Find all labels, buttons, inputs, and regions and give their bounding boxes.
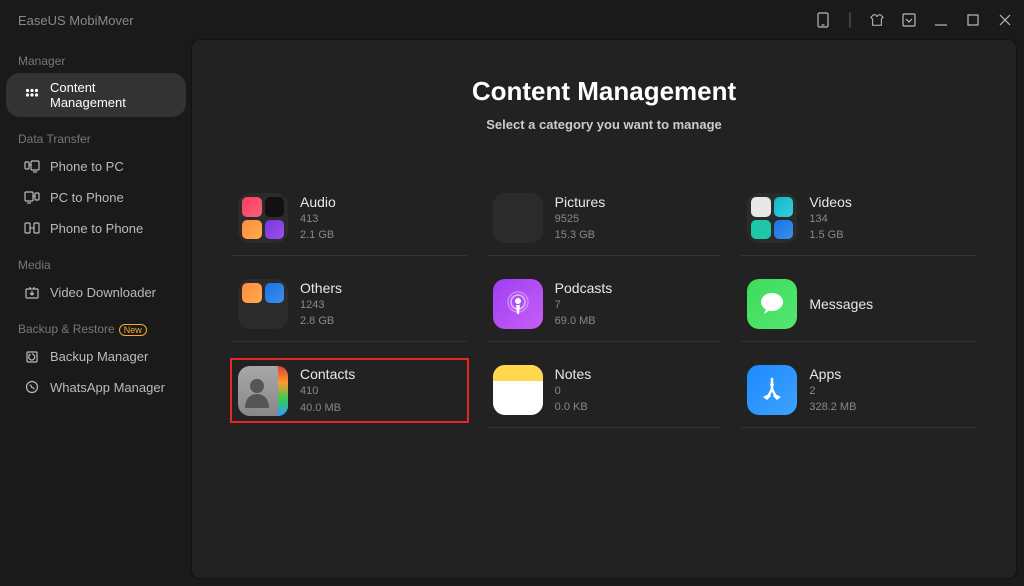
category-size: 1.5 GB	[809, 228, 852, 242]
category-info: Others 1243 2.8 GB	[300, 280, 342, 329]
category-size: 0.0 KB	[555, 400, 592, 414]
main-panel: Content Management Select a category you…	[192, 40, 1016, 578]
category-count: 410	[300, 384, 355, 398]
category-size: 69.0 MB	[555, 314, 613, 328]
category-messages[interactable]: Messages	[741, 274, 976, 342]
category-title: Contacts	[300, 366, 355, 382]
category-title: Messages	[809, 296, 873, 312]
sidebar-item-backup-manager[interactable]: Backup Manager	[6, 341, 186, 371]
sidebar-item-pc-to-phone[interactable]: PC to Phone	[6, 182, 186, 212]
sidebar-item-label: WhatsApp Manager	[50, 380, 165, 395]
close-icon[interactable]	[998, 13, 1012, 27]
sidebar-item-label: PC to Phone	[50, 190, 124, 205]
category-size: 328.2 MB	[809, 400, 856, 414]
category-info: Notes 0 0.0 KB	[555, 366, 592, 415]
category-title: Apps	[809, 366, 856, 382]
quad-audio-icon	[238, 193, 288, 243]
quad-videos-icon	[747, 193, 797, 243]
sidebar-item-label: Backup Manager	[50, 349, 148, 364]
phone-to-phone-icon	[24, 220, 40, 236]
category-count: 2	[809, 384, 856, 398]
category-info: Podcasts 7 69.0 MB	[555, 280, 613, 329]
page-subtitle: Select a category you want to manage	[232, 117, 976, 132]
message-icon	[747, 279, 797, 329]
category-title: Podcasts	[555, 280, 613, 296]
sidebar-section-title: Media	[0, 252, 192, 276]
sidebar: Manager Content Management Data Transfer Ph…	[0, 0, 192, 586]
category-size: 15.3 GB	[555, 228, 606, 242]
separator: |	[848, 11, 852, 29]
category-info: Messages	[809, 296, 873, 312]
category-size: 40.0 MB	[300, 401, 355, 415]
sidebar-item-label: Phone to PC	[50, 159, 124, 174]
apps-icon	[747, 365, 797, 415]
category-apps[interactable]: Apps 2 328.2 MB	[741, 360, 976, 428]
category-info: Videos 134 1.5 GB	[809, 194, 852, 243]
category-grid: Audio 413 2.1 GB Pictures 9525 15.3 GB Videos 1…	[232, 188, 976, 428]
sidebar-item-phone-to-phone[interactable]: Phone to Phone	[6, 213, 186, 243]
phone-icon[interactable]	[816, 13, 830, 27]
category-count: 0	[555, 384, 592, 398]
category-others[interactable]: Others 1243 2.8 GB	[232, 274, 467, 342]
whatsapp-icon	[24, 379, 40, 395]
category-count: 7	[555, 298, 613, 312]
pc-to-phone-icon	[24, 189, 40, 205]
category-info: Apps 2 328.2 MB	[809, 366, 856, 415]
podcast-icon	[493, 279, 543, 329]
titlebar-controls: |	[816, 11, 1012, 29]
category-title: Audio	[300, 194, 336, 210]
category-pictures[interactable]: Pictures 9525 15.3 GB	[487, 188, 722, 256]
category-title: Notes	[555, 366, 592, 382]
category-title: Videos	[809, 194, 852, 210]
dropdown-icon[interactable]	[902, 13, 916, 27]
app-title: EaseUS MobiMover	[12, 13, 134, 28]
category-videos[interactable]: Videos 134 1.5 GB	[741, 188, 976, 256]
new-badge: New	[119, 324, 147, 336]
sidebar-section-title: Data Transfer	[0, 126, 192, 150]
grid-icon	[24, 87, 40, 103]
category-info: Pictures 9525 15.3 GB	[555, 194, 606, 243]
category-size: 2.8 GB	[300, 314, 342, 328]
category-info: Audio 413 2.1 GB	[300, 194, 336, 243]
category-info: Contacts 410 40.0 MB	[300, 366, 355, 415]
category-contacts[interactable]: Contacts 410 40.0 MB	[232, 360, 467, 421]
shirt-icon[interactable]	[870, 13, 884, 27]
sidebar-item-label: Content Management	[50, 80, 168, 110]
category-audio[interactable]: Audio 413 2.1 GB	[232, 188, 467, 256]
sidebar-item-label: Video Downloader	[50, 285, 156, 300]
download-icon	[24, 284, 40, 300]
sidebar-section-title: Backup & RestoreNew	[0, 316, 192, 340]
category-count: 9525	[555, 212, 606, 226]
category-notes[interactable]: Notes 0 0.0 KB	[487, 360, 722, 428]
phone-to-pc-icon	[24, 158, 40, 174]
notes-icon	[493, 365, 543, 415]
contacts-icon	[238, 366, 288, 416]
category-title: Pictures	[555, 194, 606, 210]
category-count: 134	[809, 212, 852, 226]
category-count: 413	[300, 212, 336, 226]
sidebar-item-label: Phone to Phone	[50, 221, 143, 236]
maximize-icon[interactable]	[966, 13, 980, 27]
page-title: Content Management	[232, 76, 976, 107]
category-podcasts[interactable]: Podcasts 7 69.0 MB	[487, 274, 722, 342]
quad-others-icon	[238, 279, 288, 329]
sidebar-item-whatsapp-manager[interactable]: WhatsApp Manager	[6, 372, 186, 402]
quad-pictures-icon	[493, 193, 543, 243]
sidebar-item-video-downloader[interactable]: Video Downloader	[6, 277, 186, 307]
backup-icon	[24, 348, 40, 364]
titlebar: EaseUS MobiMover |	[0, 0, 1024, 40]
category-count: 1243	[300, 298, 342, 312]
sidebar-item-phone-to-pc[interactable]: Phone to PC	[6, 151, 186, 181]
sidebar-section-title: Manager	[0, 48, 192, 72]
minimize-icon[interactable]	[934, 13, 948, 27]
category-size: 2.1 GB	[300, 228, 336, 242]
sidebar-item-content-management[interactable]: Content Management	[6, 73, 186, 117]
category-title: Others	[300, 280, 342, 296]
